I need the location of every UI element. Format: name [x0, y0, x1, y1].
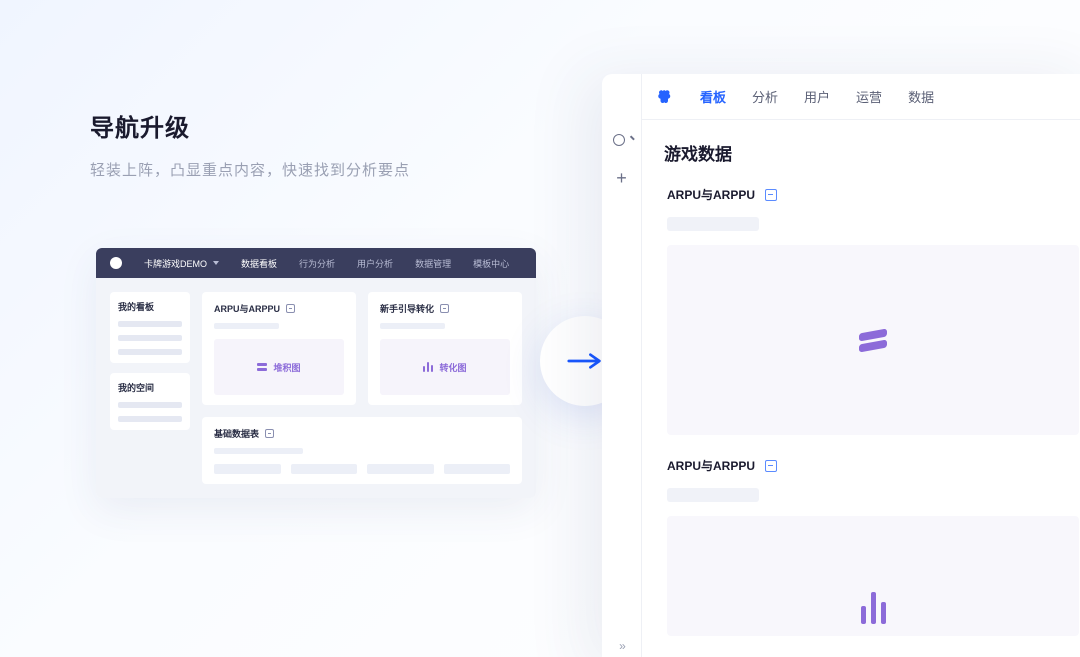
old-nav-tab-template[interactable]: 模板中心 [473, 257, 509, 270]
brand-logo-icon [110, 257, 122, 269]
area-chart-icon [859, 329, 887, 351]
note-icon [765, 460, 777, 472]
skeleton-bar [118, 335, 182, 341]
old-sidebar: 我的看板 我的空间 [110, 292, 190, 484]
new-ui-panel: + » 看板 分析 用户 运营 数据 游戏数据 ARPU与ARPPU [602, 74, 1080, 657]
brand-logo-icon [656, 88, 674, 106]
chart-placeholder-stack: 堆积图 [214, 339, 344, 395]
old-body: 我的看板 我的空间 ARPU与ARPPU [96, 278, 536, 498]
card-onboarding[interactable]: 新手引导转化 转化图 [368, 292, 522, 405]
card-title-text: 基础数据表 [214, 427, 259, 440]
page-title: 游戏数据 [664, 140, 1080, 165]
project-selector[interactable]: 卡牌游戏DEMO [144, 257, 219, 270]
nav-tab-operation[interactable]: 运营 [856, 87, 882, 106]
old-top-nav: 卡牌游戏DEMO 数据看板 行为分析 用户分析 数据管理 模板中心 [96, 248, 536, 278]
sidebar-group-my-space[interactable]: 我的空间 [110, 373, 190, 430]
card-title: 基础数据表 [214, 427, 510, 440]
card-title: ARPU与ARPPU [214, 302, 344, 315]
chart-placeholder-funnel: 转化图 [380, 339, 510, 395]
arrow-right-icon [567, 351, 603, 371]
nav-tab-user[interactable]: 用户 [804, 87, 830, 106]
nav-tab-board[interactable]: 看板 [700, 87, 726, 106]
note-icon [440, 304, 449, 313]
sidebar-group-my-boards[interactable]: 我的看板 [110, 292, 190, 363]
card-arpu[interactable]: ARPU与ARPPU 堆积图 [202, 292, 356, 405]
marketing-headline-block: 导航升级 轻装上阵，凸显重点内容，快速找到分析要点 [90, 108, 410, 180]
card-title-text: 新手引导转化 [380, 302, 434, 315]
sidebar-group-title: 我的看板 [118, 300, 182, 313]
chart-area-bars [667, 516, 1079, 636]
skeleton-bar [118, 402, 182, 408]
headline-subtitle: 轻装上阵，凸显重点内容，快速找到分析要点 [90, 159, 410, 180]
nav-tab-analysis[interactable]: 分析 [752, 87, 778, 106]
card-title: ARPU与ARPPU [667, 457, 1080, 474]
card-title: 新手引导转化 [380, 302, 510, 315]
expand-sidebar-icon[interactable]: » [612, 636, 632, 656]
card-title-text: ARPU与ARPPU [667, 457, 755, 474]
card-arpu-secondary[interactable]: ARPU与ARPPU [664, 456, 1080, 637]
skeleton-bar [667, 217, 759, 231]
skeleton-bar [667, 488, 759, 502]
new-leftbar: + » [602, 74, 642, 657]
headline-title: 导航升级 [90, 108, 410, 143]
card-title-text: ARPU与ARPPU [214, 302, 280, 315]
old-nav-tab-data[interactable]: 数据管理 [415, 257, 451, 270]
bar-chart-icon [861, 592, 886, 624]
old-main: ARPU与ARPPU 堆积图 新手引导转化 [202, 292, 522, 484]
old-nav-tab-user[interactable]: 用户分析 [357, 257, 393, 270]
new-top-nav: 看板 分析 用户 运营 数据 [642, 74, 1080, 120]
card-title: ARPU与ARPPU [667, 186, 1080, 203]
note-icon [765, 189, 777, 201]
skeleton-bar [118, 349, 182, 355]
card-arpu-primary[interactable]: ARPU与ARPPU [664, 185, 1080, 436]
bar-chart-icon [423, 362, 433, 372]
skeleton-row [214, 464, 510, 474]
skeleton-bar [214, 323, 279, 329]
stack-chart-icon [257, 363, 267, 371]
chart-area-wave [667, 245, 1079, 435]
sidebar-group-title: 我的空间 [118, 381, 182, 394]
old-nav-tab-behavior[interactable]: 行为分析 [299, 257, 335, 270]
skeleton-bar [118, 321, 182, 327]
skeleton-bar [380, 323, 445, 329]
skeleton-bar [214, 448, 303, 454]
skeleton-bar [118, 416, 182, 422]
card-basic-data[interactable]: 基础数据表 [202, 417, 522, 484]
chart-type-label: 转化图 [439, 361, 466, 374]
note-icon [265, 429, 274, 438]
old-nav-tab-dashboard[interactable]: 数据看板 [241, 257, 277, 270]
search-icon[interactable] [612, 130, 632, 150]
note-icon [286, 304, 295, 313]
new-content: 游戏数据 ARPU与ARPPU ARPU与ARPPU [642, 120, 1080, 657]
add-button[interactable]: + [612, 168, 632, 188]
old-ui-panel: 卡牌游戏DEMO 数据看板 行为分析 用户分析 数据管理 模板中心 我的看板 我… [96, 248, 536, 498]
chart-type-label: 堆积图 [273, 361, 300, 374]
new-right-pane: 看板 分析 用户 运营 数据 游戏数据 ARPU与ARPPU ARPU与ARPP… [642, 74, 1080, 657]
nav-tab-data[interactable]: 数据 [908, 87, 934, 106]
card-title-text: ARPU与ARPPU [667, 186, 755, 203]
